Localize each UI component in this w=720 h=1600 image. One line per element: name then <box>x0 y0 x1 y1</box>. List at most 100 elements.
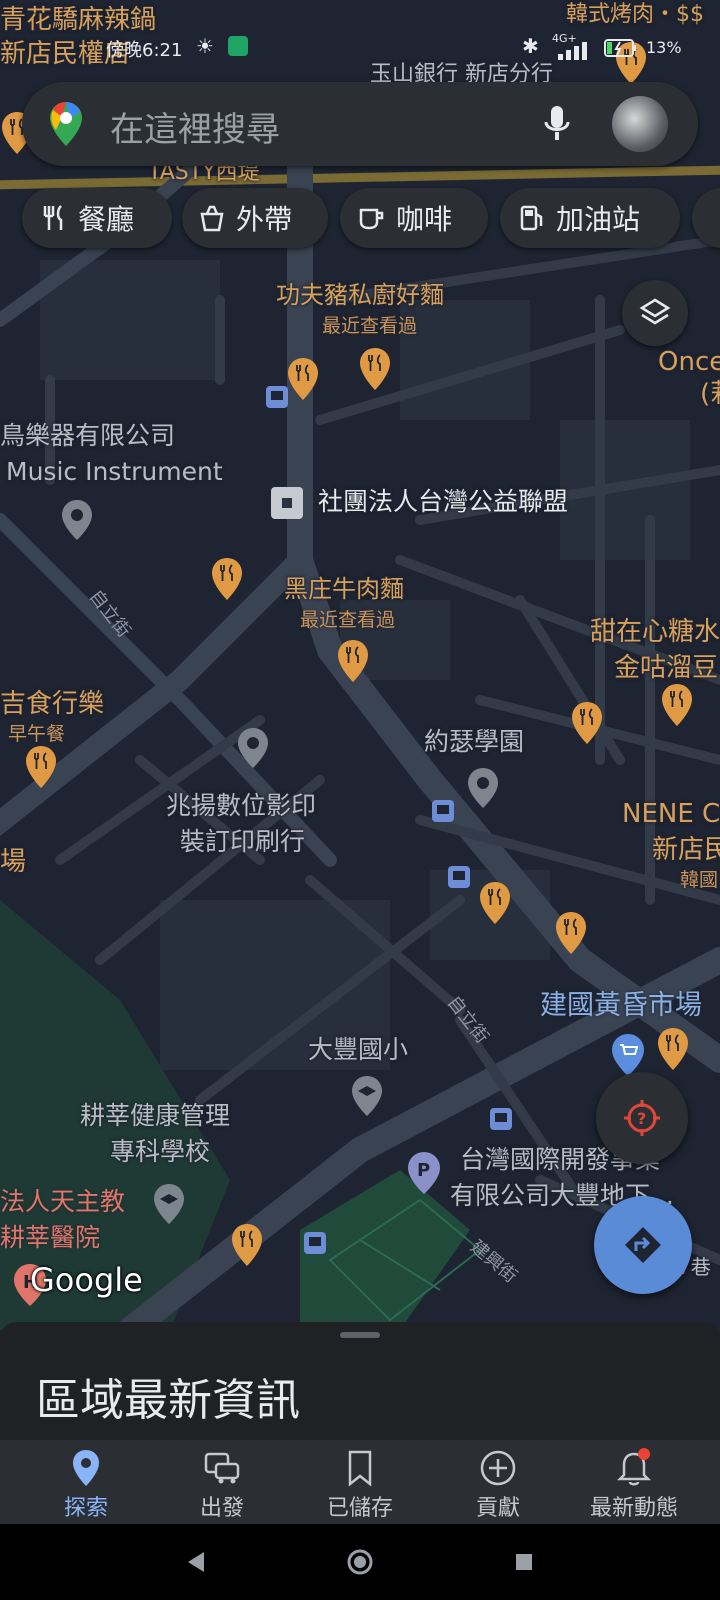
google-maps-logo-icon <box>50 102 82 146</box>
restaurant-pin-icon[interactable] <box>358 346 392 390</box>
fork-knife-icon <box>43 205 63 230</box>
svg-text:P: P <box>417 1160 430 1181</box>
place-sublabel: (莉 <box>700 379 720 409</box>
notifications-icon <box>616 1448 652 1486</box>
recents-icon[interactable] <box>514 1552 534 1572</box>
place-label[interactable]: 裝訂印刷行 <box>180 827 305 857</box>
bus-stop-icon[interactable] <box>304 1232 326 1254</box>
location-pin-icon[interactable] <box>236 726 270 770</box>
signal-icon <box>558 42 587 60</box>
place-label[interactable]: 場 <box>0 847 26 878</box>
my-location-button[interactable]: ? <box>596 1072 688 1164</box>
commute-icon <box>204 1452 240 1484</box>
takeout-icon <box>200 205 224 232</box>
location-pin-icon[interactable] <box>60 498 94 542</box>
location-pin-icon[interactable] <box>466 766 500 810</box>
search-bar[interactable]: 在這裡搜尋 <box>22 82 698 166</box>
nav-explore[interactable]: 探索 <box>16 1448 156 1522</box>
place-label[interactable]: 約瑟學園 <box>424 727 524 757</box>
restaurant-pin-icon[interactable] <box>336 638 370 682</box>
bookmark-icon <box>348 1450 372 1487</box>
home-icon[interactable] <box>346 1548 374 1576</box>
place-sublabel: 早午餐 <box>8 723 66 745</box>
add-circle-icon <box>480 1450 516 1486</box>
coffee-icon <box>359 208 384 230</box>
place-label[interactable]: Once <box>658 347 720 378</box>
school-pin-icon[interactable] <box>350 1074 384 1118</box>
chip-coffee[interactable]: 咖啡 <box>340 188 488 248</box>
layers-icon <box>639 298 671 325</box>
chip-label: 加油站 <box>556 203 641 236</box>
restaurant-pin-icon[interactable] <box>230 1222 264 1266</box>
explore-pin-icon <box>73 1450 99 1486</box>
chip-restaurant[interactable]: 餐廳 <box>22 188 172 248</box>
sheet-handle[interactable] <box>340 1332 380 1338</box>
sheet-title: 區域最新資訊 <box>36 1375 300 1426</box>
nav-contribute[interactable]: 貢獻 <box>428 1448 568 1522</box>
place-label[interactable]: 法人天主教 <box>0 1187 125 1217</box>
nav-label: 出發 <box>199 1496 244 1521</box>
place-sublabel: 新店民 <box>652 835 720 865</box>
restaurant-pin-icon[interactable] <box>570 700 604 744</box>
place-label[interactable]: 功夫豬私廚好麵 <box>276 281 444 310</box>
chip-label: 餐廳 <box>78 203 135 236</box>
place-label[interactable]: 建國黃昏市場 <box>540 990 702 1021</box>
place-label[interactable]: 金咕溜豆 <box>614 653 718 684</box>
nav-saved[interactable]: 已儲存 <box>290 1448 430 1522</box>
place-label[interactable]: 鳥樂器有限公司 <box>0 421 175 451</box>
brightness-icon: ☀ <box>196 34 214 58</box>
status-time: 傍晚6:21 <box>106 40 183 61</box>
place-sublabel: 韓國 <box>680 869 719 891</box>
nav-updates[interactable]: 最新動態 <box>564 1448 704 1522</box>
svg-text:?: ? <box>637 1109 646 1128</box>
directions-button[interactable] <box>594 1196 692 1294</box>
parking-pin-icon[interactable]: P <box>406 1150 442 1196</box>
place-label[interactable]: 耕莘健康管理 <box>80 1101 230 1131</box>
restaurant-pin-icon[interactable] <box>286 356 320 400</box>
layers-button[interactable] <box>622 280 688 346</box>
place-label[interactable]: 兆揚數位影印 <box>166 791 316 821</box>
gas-station-icon <box>520 205 543 231</box>
organization-icon[interactable] <box>270 486 304 520</box>
place-label[interactable]: 大豐國小 <box>308 1035 408 1065</box>
school-pin-icon[interactable] <box>152 1182 186 1226</box>
place-label[interactable]: Music Instrument <box>6 457 223 487</box>
place-label[interactable]: 社團法人台灣公益聯盟 <box>318 487 568 517</box>
search-input[interactable]: 在這裡搜尋 <box>110 102 280 151</box>
restaurant-pin-icon[interactable] <box>24 744 58 788</box>
nav-label: 已儲存 <box>326 1496 393 1521</box>
explore-sheet[interactable]: 區域最新資訊 <box>0 1322 720 1440</box>
place-sublabel: 最近查看過 <box>300 609 396 631</box>
system-navigation-bar <box>0 1524 720 1600</box>
place-label[interactable]: 黑庄牛肉麵 <box>284 575 404 604</box>
restaurant-pin-icon[interactable] <box>554 910 588 954</box>
place-label[interactable]: 耕莘醫院 <box>0 1223 100 1253</box>
restaurant-pin-icon[interactable] <box>660 682 694 726</box>
place-label[interactable]: 韓式烤肉・$$ <box>566 2 704 27</box>
bus-stop-icon[interactable] <box>266 386 288 408</box>
nav-commute[interactable]: 出發 <box>152 1448 292 1522</box>
app-notification-icon <box>228 36 248 56</box>
chip-label: 咖啡 <box>396 203 453 236</box>
bus-stop-icon[interactable] <box>448 866 470 888</box>
bottom-navigation: 探索 出發 已儲存 貢獻 最新動態 <box>0 1440 720 1524</box>
bus-stop-icon[interactable] <box>490 1108 512 1130</box>
chip-gas-station[interactable]: 加油站 <box>500 188 680 248</box>
back-icon[interactable] <box>184 1550 208 1574</box>
place-sublabel: 最近查看過 <box>322 315 418 337</box>
chip-label: 外帶 <box>236 203 293 236</box>
microphone-icon[interactable] <box>542 104 572 144</box>
restaurant-pin-icon[interactable] <box>210 556 244 600</box>
status-bar: 傍晚6:21 ☀ ✱ 4G+ 13% <box>0 30 720 66</box>
restaurant-pin-icon[interactable] <box>656 1026 690 1070</box>
place-label[interactable]: 專科學校 <box>110 1137 210 1167</box>
place-label[interactable]: NENE C <box>622 799 720 830</box>
place-label[interactable]: 甜在心糖水 <box>590 617 720 648</box>
chip-takeout[interactable]: 外帶 <box>182 188 328 248</box>
restaurant-pin-icon[interactable] <box>478 880 512 924</box>
battery-charging-icon <box>604 39 636 57</box>
location-target-icon: ? <box>624 1100 660 1136</box>
bus-stop-icon[interactable] <box>432 800 454 822</box>
place-label[interactable]: 吉食行樂 <box>0 689 104 720</box>
avatar[interactable] <box>612 96 668 152</box>
